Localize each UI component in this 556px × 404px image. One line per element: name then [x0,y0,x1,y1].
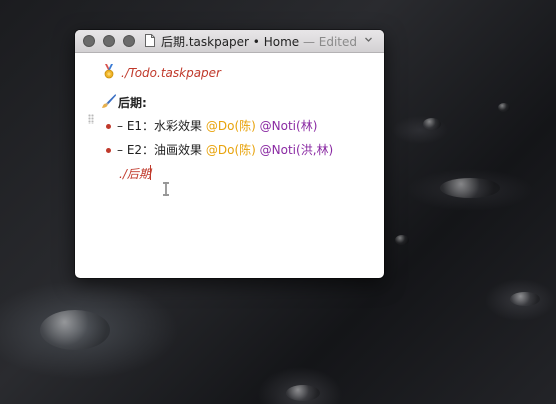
wallpaper-droplet [440,178,500,198]
typing-link[interactable]: ./后期 [119,165,151,182]
task-text: E2：油画效果 [126,143,203,157]
chevron-down-icon[interactable] [364,35,373,44]
window-focus: Home [263,35,300,49]
task-row[interactable]: – E2：油画效果 @Do(陈) @Noti(洪,林) [117,141,333,158]
wallpaper-droplet [498,103,510,112]
edited-status: — Edited [299,35,358,49]
medal-icon [104,64,114,79]
window-file-name: 后期.taskpaper [161,35,249,49]
tag-noti[interactable]: @Noti(林) [260,119,318,133]
tag-noti[interactable]: @Noti(洪,林) [260,143,334,157]
title-separator: • [248,35,264,49]
drag-handle[interactable] [88,114,94,124]
file-link[interactable]: ./Todo.taskpaper [121,66,221,80]
tag-do[interactable]: @Do(陈) [206,143,256,157]
title-bar[interactable]: 后期.taskpaper • Home — Edited [75,30,384,53]
ibeam-cursor-icon [163,182,169,196]
task-bullet[interactable] [106,124,111,129]
task-bullet[interactable] [106,148,111,153]
task-dash: – [117,143,123,157]
project-heading[interactable]: 后期: [118,94,147,111]
close-button[interactable] [83,35,95,47]
document-icon [145,34,155,47]
text-caret [150,165,151,180]
zoom-button[interactable] [123,35,135,47]
task-row[interactable]: – E1：水彩效果 @Do(陈) @Noti(林) [117,117,317,134]
tag-do[interactable]: @Do(陈) [206,119,256,133]
task-dash: – [117,119,123,133]
wallpaper-droplet [395,235,409,245]
task-text: E1：水彩效果 [126,119,203,133]
taskpaper-window: 后期.taskpaper • Home — Edited ./Todo.task… [75,30,384,278]
wallpaper-droplet [510,292,540,306]
paintbrush-icon [102,94,116,108]
window-title: 后期.taskpaper • Home — Edited [161,33,357,50]
wallpaper-droplet [286,385,320,401]
wallpaper-droplet [40,310,110,350]
minimize-button[interactable] [103,35,115,47]
wallpaper-droplet [423,118,441,130]
